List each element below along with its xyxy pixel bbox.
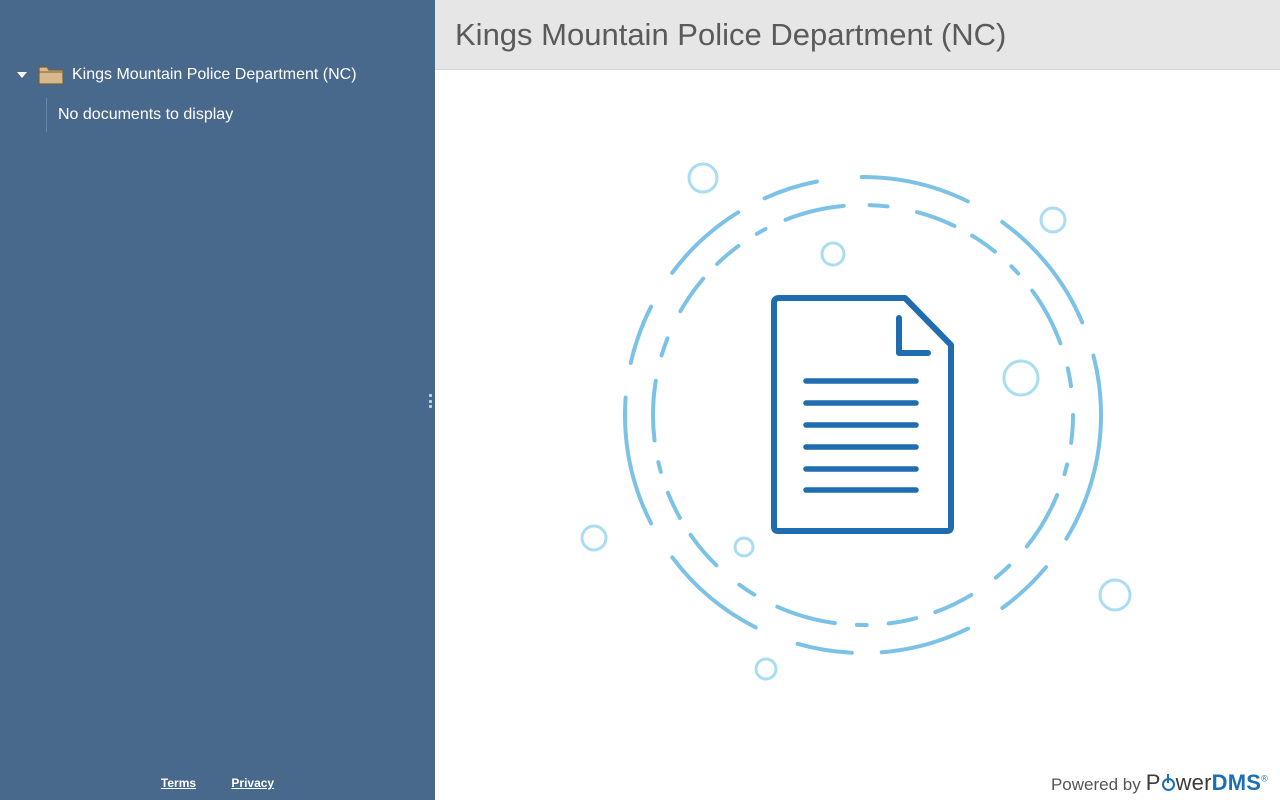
outer-dashed-ring (623, 175, 1103, 655)
bubble (1039, 206, 1067, 234)
main-panel: Kings Mountain Police Department (NC) Po… (435, 0, 1280, 800)
empty-state-illustration (580, 162, 1132, 681)
power-icon (1161, 774, 1175, 791)
terms-link[interactable]: Terms (161, 776, 196, 790)
handle-dot (428, 405, 432, 408)
handle-dot (428, 394, 432, 397)
powered-by-label: Powered by (1050, 775, 1141, 794)
tree-item-root[interactable]: Kings Mountain Police Department (NC) (14, 62, 357, 88)
inner-dashed-ring (651, 203, 1075, 627)
tree-item-label: Kings Mountain Police Department (NC) (72, 66, 357, 83)
handle-dot (428, 399, 432, 403)
page-header: Kings Mountain Police Department (NC) (435, 0, 1280, 70)
sidebar-footer: Terms Privacy (0, 776, 435, 790)
document-icon (771, 295, 954, 534)
bubble (580, 524, 608, 552)
privacy-link[interactable]: Privacy (231, 776, 274, 790)
bubble (1098, 578, 1132, 612)
decorative-bubbles (580, 162, 1132, 681)
bubble (1002, 359, 1040, 397)
app-window: Kings Mountain Police Department (NC) No… (0, 0, 1280, 800)
sidebar: Kings Mountain Police Department (NC) No… (0, 0, 435, 800)
caret-down-icon[interactable] (14, 67, 30, 83)
powered-by-branding: Powered by PwerDMS® (1051, 770, 1268, 796)
sidebar-resize-handle[interactable] (427, 394, 433, 408)
page-title: Kings Mountain Police Department (NC) (455, 16, 1007, 52)
bubble (754, 657, 778, 681)
bubble (820, 241, 846, 267)
bubble (687, 162, 719, 194)
folder-icon (38, 66, 64, 85)
empty-message: No documents to display (58, 106, 234, 123)
powerdms-logo: PwerDMS® (1145, 770, 1268, 795)
bubble (733, 536, 755, 558)
tree-children: No documents to display (46, 98, 233, 132)
